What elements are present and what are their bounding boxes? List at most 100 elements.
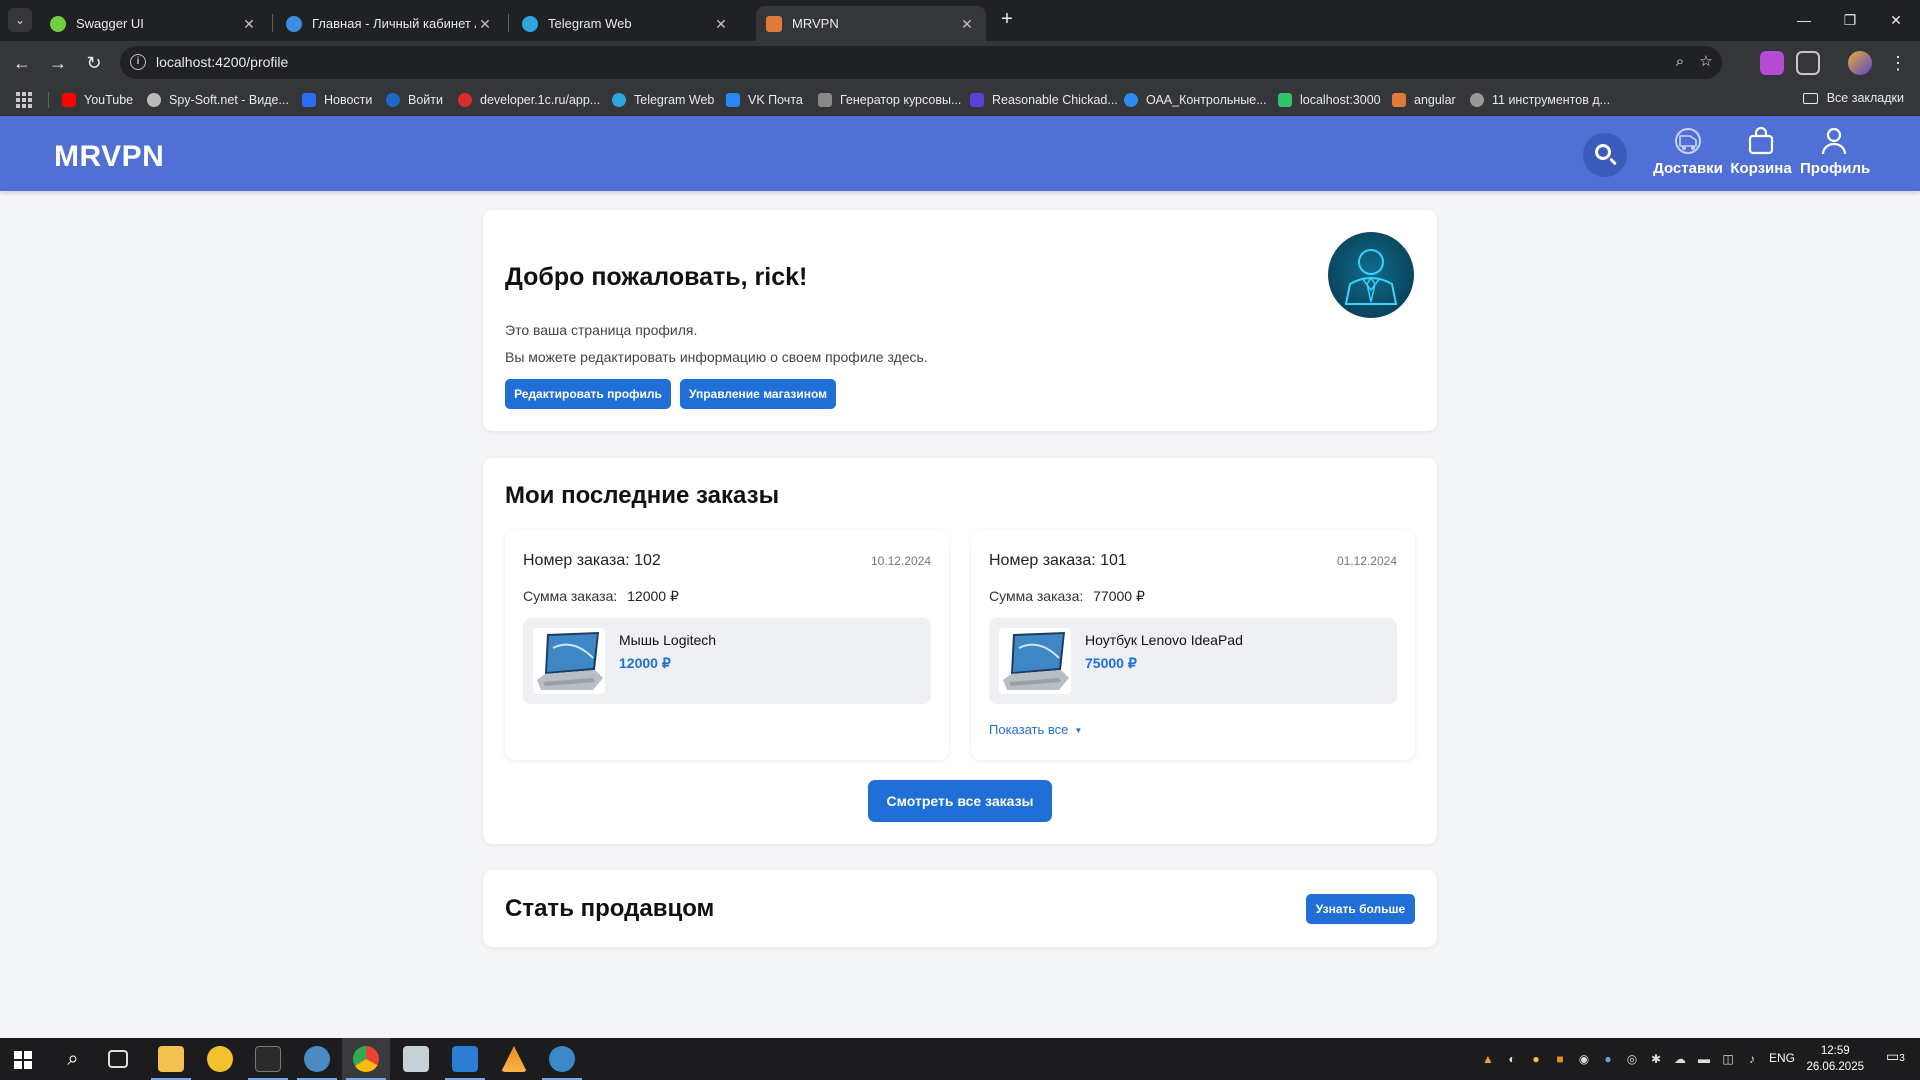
learn-more-button[interactable]: Узнать больше xyxy=(1306,894,1415,924)
terminal-icon[interactable] xyxy=(255,1046,281,1072)
bookmark-telegram[interactable]: Telegram Web xyxy=(612,91,714,109)
url-text[interactable]: localhost:4200/profile xyxy=(156,54,288,70)
bookmark-1c[interactable]: developer.1c.ru/app... xyxy=(458,91,600,109)
tray-volume-icon[interactable]: ♪ xyxy=(1744,1051,1760,1067)
tab-cabinet[interactable]: Главная - Личный кабинет Ar ✕ xyxy=(276,6,504,41)
bookmark-tools[interactable]: 11 инструментов д... xyxy=(1470,91,1610,109)
bookmark-angular[interactable]: angular xyxy=(1392,91,1456,109)
notifications-icon[interactable]: ▭3 xyxy=(1886,1048,1908,1070)
order-card[interactable]: Номер заказа: 102 10.12.2024 Сумма заказ… xyxy=(505,530,949,760)
tray-chat-icon[interactable]: ● xyxy=(1528,1051,1544,1067)
show-all-link[interactable]: Показать все ▼ xyxy=(989,722,1082,737)
bookmark-spysoft[interactable]: Spy-Soft.net - Виде... xyxy=(147,91,289,109)
close-tab-icon[interactable]: ✕ xyxy=(476,15,494,33)
bookmark-oaa[interactable]: ОАА_Контрольные... xyxy=(1124,91,1267,109)
tab-mrvpn[interactable]: MRVPN ✕ xyxy=(756,6,986,41)
nav-profile-label: Профиль xyxy=(1800,160,1871,177)
window-close-icon[interactable]: ✕ xyxy=(1876,6,1916,34)
tray-wifi-icon[interactable]: ◫ xyxy=(1720,1051,1736,1067)
apps-grid-icon[interactable] xyxy=(16,92,32,108)
tray-app-icon[interactable]: ◐ xyxy=(1504,1051,1520,1067)
browser-menu-icon[interactable]: ⋮ xyxy=(1884,49,1912,77)
bookmark-news[interactable]: Новости xyxy=(302,91,372,109)
bookmark-vk-mail[interactable]: VK Почта xyxy=(726,91,803,109)
tab-telegram[interactable]: Telegram Web ✕ xyxy=(512,6,740,41)
edit-profile-button[interactable]: Редактировать профиль xyxy=(505,379,671,409)
address-bar[interactable]: i localhost:4200/profile ⌕ ☆ xyxy=(120,46,1722,79)
manage-shop-button[interactable]: Управление магазином xyxy=(680,379,836,409)
zoom-icon[interactable]: ⌕ xyxy=(1670,52,1690,72)
chevron-right-icon xyxy=(970,93,984,107)
close-tab-icon[interactable]: ✕ xyxy=(712,15,730,33)
bookmark-label: 11 инструментов д... xyxy=(1492,93,1611,107)
extension-icon[interactable] xyxy=(1760,51,1784,75)
tray-1c-icon[interactable]: ■ xyxy=(1552,1051,1568,1067)
angular-icon xyxy=(1392,93,1406,107)
restore-icon[interactable]: ❐ xyxy=(1830,6,1870,34)
order-sum-value: 77000 ₽ xyxy=(1093,588,1145,604)
tab-title: MRVPN xyxy=(792,16,839,31)
order-item[interactable]: Мышь Logitech 12000 ₽ xyxy=(523,618,931,704)
tray-settings-icon[interactable]: ✱ xyxy=(1648,1051,1664,1067)
tab-swagger[interactable]: Swagger UI ✕ xyxy=(40,6,268,41)
tray-cloud-icon[interactable]: ☁ xyxy=(1672,1051,1688,1067)
order-date: 10.12.2024 xyxy=(870,554,931,568)
close-tab-icon[interactable]: ✕ xyxy=(240,15,258,33)
tray-display-icon[interactable]: ▬ xyxy=(1696,1051,1712,1067)
tray-steam-icon[interactable]: ◎ xyxy=(1624,1051,1640,1067)
extensions-puzzle-icon[interactable] xyxy=(1796,51,1820,75)
swagger-favicon-icon xyxy=(50,15,66,32)
tray-vlc-icon[interactable]: ▲ xyxy=(1480,1051,1496,1067)
tab-separator xyxy=(272,14,273,32)
clock-time: 12:59 xyxy=(1820,1045,1850,1057)
taskbar-search-icon[interactable]: ⌕ xyxy=(60,1046,86,1072)
minimize-icon[interactable]: — xyxy=(1784,6,1824,34)
bookmark-label: Reasonable Chickad... xyxy=(992,93,1118,107)
bookmark-star-icon[interactable]: ☆ xyxy=(1696,52,1716,72)
nav-cart[interactable]: Корзина xyxy=(1730,126,1792,177)
vlc-icon[interactable] xyxy=(501,1046,527,1072)
reload-icon[interactable]: ↻ xyxy=(80,49,108,77)
app-window-icon[interactable] xyxy=(403,1046,429,1072)
vscode-icon[interactable] xyxy=(452,1046,478,1072)
app-icon[interactable] xyxy=(304,1046,330,1072)
forward-arrow-icon[interactable]: → xyxy=(44,49,72,77)
profile-avatar-icon[interactable] xyxy=(1848,51,1872,75)
caret-down-icon: ▼ xyxy=(1074,726,1083,736)
bookmark-chickadee[interactable]: Reasonable Chickad... xyxy=(970,91,1118,109)
tray-network-app-icon[interactable]: ● xyxy=(1600,1051,1616,1067)
clock[interactable]: 12:59 26.06.2025 xyxy=(1806,1043,1864,1075)
product-image xyxy=(533,628,605,694)
tab-title: Swagger UI xyxy=(76,16,144,31)
new-tab-plus-icon[interactable]: + xyxy=(996,8,1018,30)
folder-icon xyxy=(1802,92,1818,104)
order-card[interactable]: Номер заказа: 101 01.12.2024 Сумма заказ… xyxy=(971,530,1415,760)
nav-profile[interactable]: Профиль xyxy=(1800,126,1871,177)
tray-discord-icon[interactable]: ◉ xyxy=(1576,1051,1592,1067)
tab-search-menu-icon[interactable]: ⌄ xyxy=(8,8,32,32)
windows-start-icon[interactable] xyxy=(14,1051,32,1069)
product-price: 12000 ₽ xyxy=(619,655,671,671)
bookmark-youtube[interactable]: YouTube xyxy=(62,91,133,109)
qbittorrent-icon[interactable] xyxy=(549,1046,575,1072)
delivery-icon xyxy=(1675,128,1701,154)
close-tab-icon[interactable]: ✕ xyxy=(958,15,976,33)
view-all-orders-button[interactable]: Смотреть все заказы xyxy=(868,780,1052,822)
back-arrow-icon[interactable]: ← xyxy=(8,49,36,77)
order-item[interactable]: Ноутбук Lenovo IdeaPad 75000 ₽ xyxy=(989,618,1397,704)
site-logo[interactable]: MRVPN xyxy=(54,140,164,174)
search-button[interactable] xyxy=(1583,133,1627,177)
nav-deliveries[interactable]: Доставки xyxy=(1653,126,1723,177)
all-bookmarks[interactable]: Все закладки xyxy=(1802,91,1904,105)
language-indicator[interactable]: ENG xyxy=(1769,1051,1795,1065)
bookmark-login[interactable]: Войти xyxy=(386,91,443,109)
file-explorer-icon[interactable] xyxy=(158,1046,184,1072)
task-view-icon[interactable] xyxy=(108,1050,128,1068)
1c-app-icon[interactable] xyxy=(207,1046,233,1072)
bookmark-localhost3000[interactable]: localhost:3000 xyxy=(1278,91,1381,109)
all-bookmarks-label: Все закладки xyxy=(1826,91,1904,105)
product-price: 75000 ₽ xyxy=(1085,655,1137,671)
bookmark-generator[interactable]: Генератор курсовы... xyxy=(818,91,961,109)
site-info-icon[interactable]: i xyxy=(130,54,146,70)
chrome-icon[interactable] xyxy=(353,1046,379,1072)
